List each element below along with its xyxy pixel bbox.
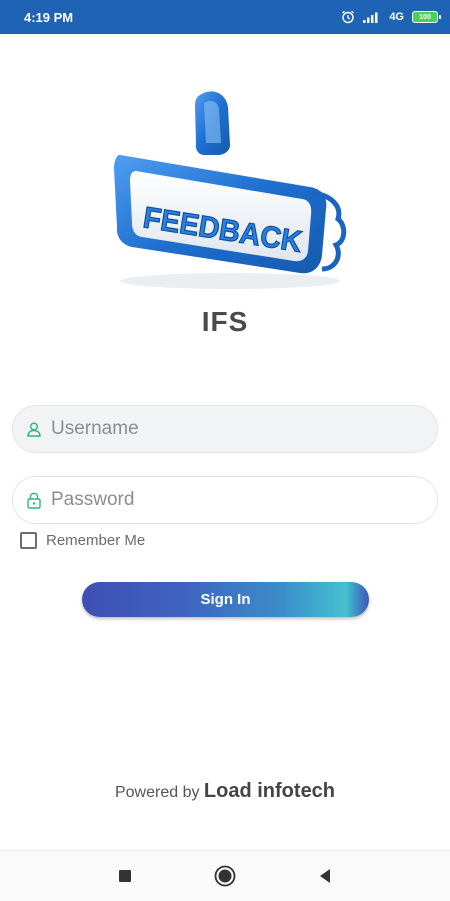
remember-me[interactable]: Remember Me: [20, 532, 145, 549]
signal-icon: [363, 12, 378, 23]
network-type-icon: 4G: [389, 11, 404, 23]
thumbs-up-icon: FEEDBACK: [114, 91, 347, 289]
company-name: Load infotech: [203, 780, 336, 802]
powered-by: Powered by Load infotech: [0, 780, 450, 803]
username-field[interactable]: [12, 405, 438, 453]
status-icons: 4G 100: [341, 10, 441, 24]
app-title: IFS: [201, 306, 249, 337]
remember-me-checkbox[interactable]: [20, 532, 37, 549]
username-input[interactable]: [49, 417, 413, 441]
back-icon: [320, 869, 330, 883]
status-bar: 4:19 PM 4G 100: [0, 0, 450, 34]
powered-by-prefix: Powered by: [114, 784, 200, 801]
home-icon: [214, 865, 236, 887]
user-icon: [25, 420, 43, 438]
navigation-bar: [0, 850, 450, 901]
battery-icon: 100: [412, 11, 441, 23]
password-field[interactable]: [12, 476, 438, 524]
home-button[interactable]: [214, 865, 236, 887]
battery-level: 100: [419, 13, 431, 21]
remember-me-label: Remember Me: [46, 532, 146, 549]
status-time: 4:19 PM: [24, 9, 74, 25]
alarm-icon: [342, 10, 355, 24]
sign-in-button[interactable]: Sign In: [82, 582, 369, 617]
lock-icon: [25, 491, 43, 509]
recent-apps-button[interactable]: [114, 865, 136, 887]
back-button[interactable]: [314, 865, 336, 887]
password-input[interactable]: [49, 488, 413, 512]
recent-apps-icon: [119, 870, 131, 882]
